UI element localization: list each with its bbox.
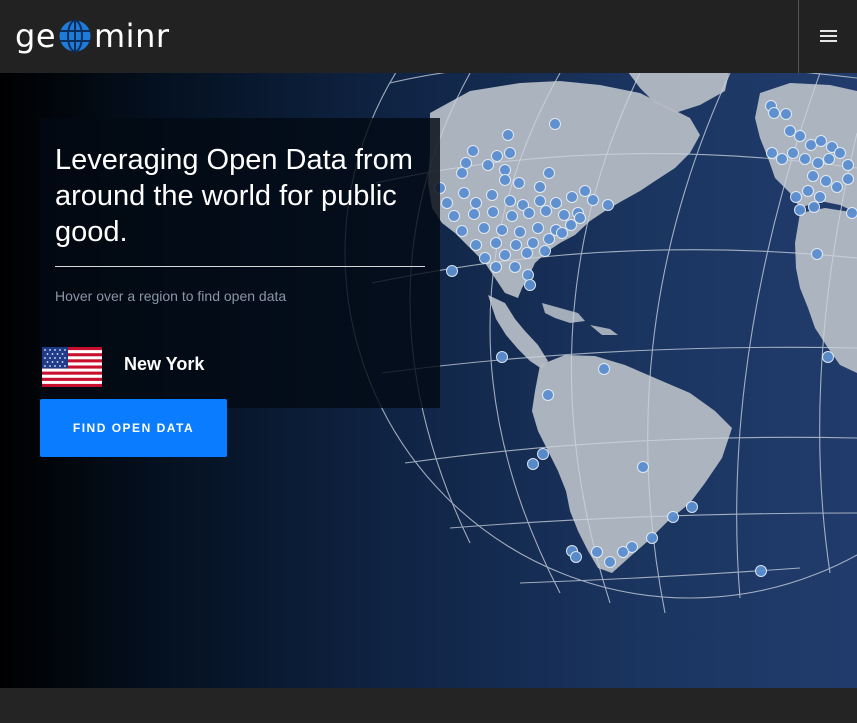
hover-hint-text: Hover over a region to find open data — [55, 288, 287, 304]
logo-suffix: minr — [94, 17, 170, 55]
logo-prefix: ge — [15, 17, 56, 55]
top-navbar: ge minr — [0, 0, 857, 73]
headline-divider — [55, 266, 425, 267]
united-states-flag-icon — [42, 347, 102, 387]
footer-band — [0, 688, 857, 723]
hero-section: Leveraging Open Data from around the wor… — [0, 73, 857, 688]
geominr-logo[interactable]: ge minr — [15, 16, 170, 56]
selected-region-name: New York — [124, 354, 205, 374]
caribbean-region — [542, 303, 618, 335]
hamburger-menu-icon — [819, 30, 837, 43]
menu-toggle-button[interactable] — [799, 0, 857, 73]
south-america-region — [532, 355, 732, 573]
globe-logo-icon — [59, 19, 91, 53]
find-open-data-button[interactable]: FIND OPEN DATA — [40, 399, 227, 457]
hero-headline: Leveraging Open Data from around the wor… — [55, 144, 413, 248]
